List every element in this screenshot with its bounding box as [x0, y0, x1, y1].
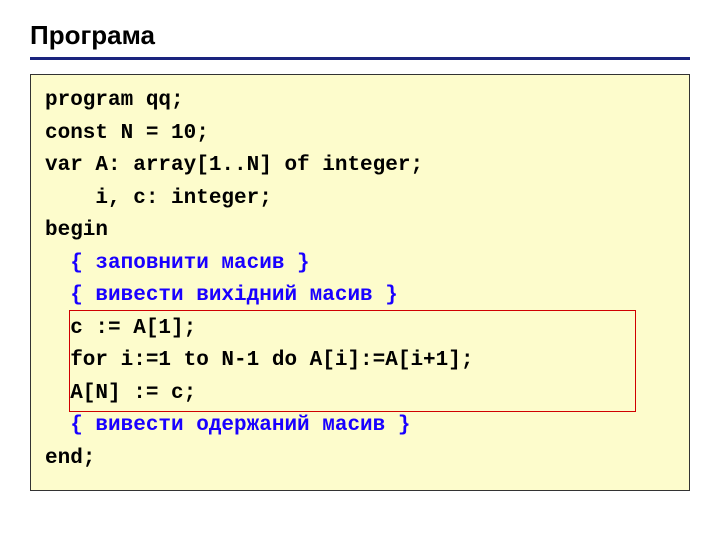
code-comment: { вивести вихідний масив }: [45, 280, 675, 313]
slide: Програма program qq; const N = 10; var A…: [0, 0, 720, 491]
title-rule: [30, 57, 690, 60]
code-box: program qq; const N = 10; var A: array[1…: [30, 74, 690, 491]
code-line: const N = 10;: [45, 118, 675, 151]
code-line: for i:=1 to N-1 do A[i]:=A[i+1];: [45, 345, 675, 378]
slide-title: Програма: [30, 20, 690, 51]
code-comment: { вивести одержаний масив }: [45, 410, 675, 443]
code-line: var A: array[1..N] of integer;: [45, 150, 675, 183]
code-line: c := A[1];: [45, 313, 675, 346]
code-line: A[N] := c;: [45, 378, 675, 411]
code-line: program qq;: [45, 85, 675, 118]
code-line: i, c: integer;: [45, 183, 675, 216]
code-comment: { заповнити масив }: [45, 248, 675, 281]
code-line: end;: [45, 443, 675, 476]
code-line: begin: [45, 215, 675, 248]
